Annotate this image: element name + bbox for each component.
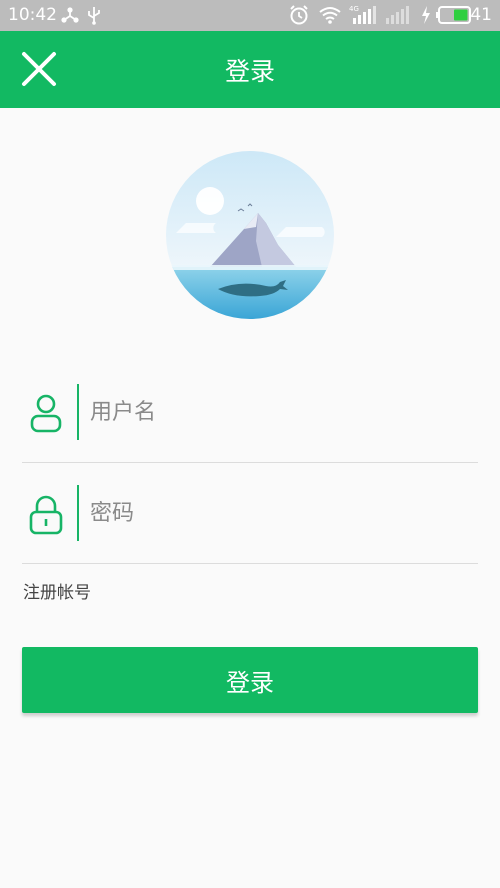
password-separator [77, 485, 79, 541]
login-button[interactable]: 登录 [22, 647, 478, 713]
status-bar: 10:42 4G 41 [0, 0, 500, 31]
charging-icon [420, 4, 432, 26]
register-link[interactable]: 注册帐号 [23, 578, 91, 603]
svg-text:4G: 4G [349, 5, 359, 13]
battery-level: 41 [470, 5, 492, 25]
lock-icon [29, 495, 63, 535]
user-icon [30, 394, 62, 433]
username-row [22, 373, 478, 453]
usb-icon [86, 4, 102, 26]
page-title: 登录 [224, 57, 275, 86]
username-input[interactable] [90, 389, 470, 435]
status-time: 10:42 [8, 5, 57, 25]
divider [22, 462, 478, 463]
signal-icon: 4G [349, 4, 377, 26]
wifi-icon [318, 4, 342, 26]
alarm-icon [288, 4, 310, 26]
avatar [166, 151, 334, 319]
app-bar: 登录 [0, 31, 500, 108]
password-input[interactable] [90, 490, 470, 536]
signal-empty-icon [384, 4, 412, 26]
battery-icon [436, 4, 472, 26]
password-row [22, 474, 478, 554]
divider [22, 563, 478, 564]
share-icon [60, 4, 80, 26]
username-separator [77, 384, 79, 440]
